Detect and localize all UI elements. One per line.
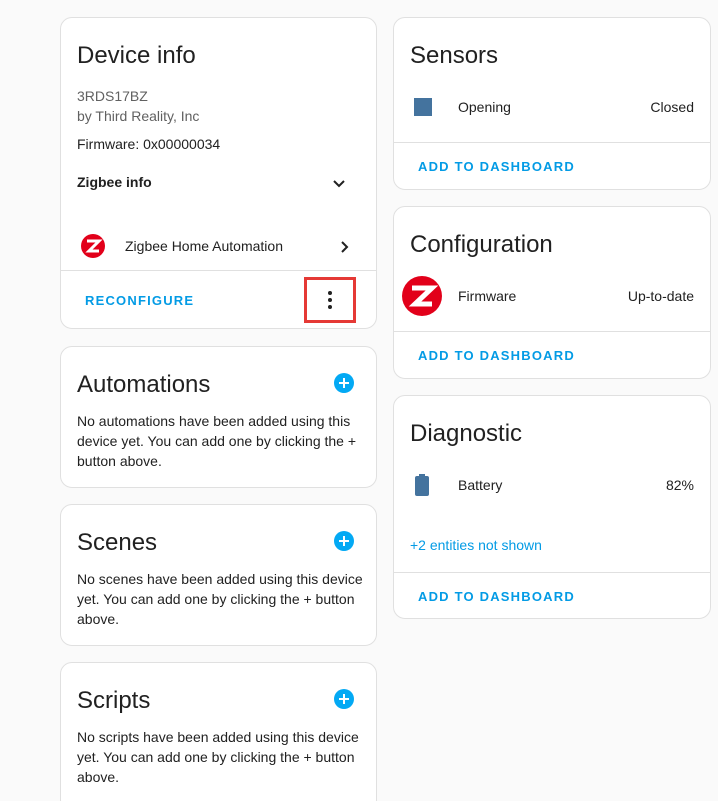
add-scene-button[interactable] <box>334 531 354 551</box>
door-sensor-icon <box>414 98 432 116</box>
configuration-entity-label: Firmware <box>458 288 517 304</box>
scripts-title: Scripts <box>77 687 151 714</box>
diagnostic-entity-row[interactable]: Battery 82% <box>394 472 710 498</box>
scenes-empty-text: No scenes have been added using this dev… <box>77 571 363 627</box>
add-automation-button[interactable] <box>334 373 354 393</box>
diagnostic-entity-value: 82% <box>665 477 694 493</box>
sensor-entity-row[interactable]: Opening Closed <box>394 94 710 120</box>
configuration-entity-row[interactable]: Firmware Up-to-date <box>394 275 710 317</box>
scripts-card: Scripts No scripts have been added using… <box>60 662 377 801</box>
chevron-right-icon <box>341 241 349 253</box>
diagnostic-entity-label: Battery <box>458 477 503 493</box>
configuration-entity-value: Up-to-date <box>627 288 694 304</box>
divider <box>61 270 376 271</box>
zigbee-info-label: Zigbee info <box>77 174 152 190</box>
sensor-entity-label: Opening <box>458 99 511 115</box>
configuration-card: Configuration Firmware Up-to-date ADD TO… <box>393 206 711 379</box>
diagnostic-title: Diagnostic <box>410 420 523 447</box>
integration-label: Zigbee Home Automation <box>125 238 283 254</box>
divider <box>394 142 710 143</box>
sensors-card: Sensors Opening Closed ADD TO DASHBOARD <box>393 17 711 190</box>
integration-row[interactable]: Zigbee Home Automation <box>61 228 376 264</box>
reconfigure-button[interactable]: RECONFIGURE <box>85 293 194 308</box>
device-info-title: Device info <box>77 42 196 69</box>
battery-icon <box>415 474 429 496</box>
device-firmware: Firmware: 0x00000034 <box>77 136 221 152</box>
automations-title: Automations <box>77 371 211 398</box>
automations-empty-text: No automations have been added using thi… <box>77 413 357 469</box>
automations-card: Automations No automations have been add… <box>60 346 377 488</box>
device-model: 3RDS17BZ <box>77 88 148 104</box>
zigbee-info-expander[interactable]: Zigbee info <box>77 170 359 194</box>
zigbee-logo-icon <box>402 276 442 316</box>
scripts-empty-text: No scripts have been added using this de… <box>77 729 359 785</box>
more-options-button[interactable] <box>304 277 356 323</box>
configuration-add-to-dashboard-button[interactable]: ADD TO DASHBOARD <box>418 348 575 363</box>
diagnostic-add-to-dashboard-button[interactable]: ADD TO DASHBOARD <box>418 589 575 604</box>
divider <box>394 572 710 573</box>
zigbee-logo-icon <box>81 234 105 258</box>
sensors-title: Sensors <box>410 42 499 69</box>
chevron-down-icon <box>333 180 345 188</box>
divider <box>394 331 710 332</box>
scenes-card: Scenes No scenes have been added using t… <box>60 504 377 646</box>
configuration-title: Configuration <box>410 231 553 258</box>
diagnostic-card: Diagnostic Battery 82% +2 entities not s… <box>393 395 711 619</box>
scenes-title: Scenes <box>77 529 158 556</box>
device-info-card: Device info 3RDS17BZ by Third Reality, I… <box>60 17 377 329</box>
sensors-add-to-dashboard-button[interactable]: ADD TO DASHBOARD <box>418 159 575 174</box>
sensor-entity-value: Closed <box>650 99 694 115</box>
add-script-button[interactable] <box>334 689 354 709</box>
device-manufacturer: by Third Reality, Inc <box>77 108 200 124</box>
hidden-entities-link[interactable]: +2 entities not shown <box>410 537 542 553</box>
more-vert-icon <box>328 291 332 309</box>
